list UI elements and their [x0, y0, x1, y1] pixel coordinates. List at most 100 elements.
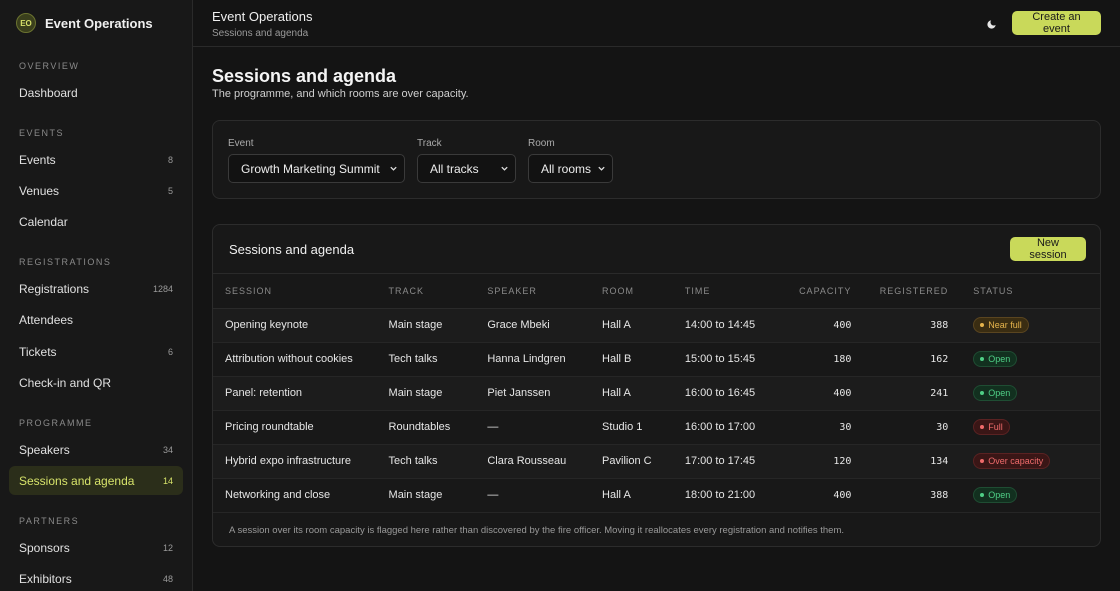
- cell-track: Main stage: [388, 387, 443, 399]
- table-row[interactable]: Opening keynote Main stage Grace Mbeki Hall…: [213, 308, 1100, 342]
- cell-registered: 241: [930, 387, 949, 399]
- sidebar-item-sessions[interactable]: Sessions and agenda 14: [9, 466, 183, 495]
- sidebar-item-label: Attendees: [19, 312, 74, 327]
- sidebar-item-check-in[interactable]: Check-in and QR: [9, 368, 183, 397]
- event-select-value: Growth Marketing Summit: [241, 161, 380, 176]
- status-badge: Open: [973, 487, 1018, 503]
- cell-registered: 30: [936, 421, 949, 433]
- sessions-card: Sessions and agenda New session SESSION …: [212, 224, 1101, 547]
- cell-speaker: Clara Rousseau: [487, 455, 567, 467]
- cell-track: Main stage: [388, 319, 443, 331]
- cell-speaker: —: [487, 489, 499, 501]
- sidebar-item-registrations[interactable]: Registrations 1284: [9, 274, 183, 303]
- moon-icon[interactable]: [982, 15, 1000, 33]
- column-header-speaker: SPEAKER: [487, 274, 603, 309]
- topbar: Event Operations Sessions and agenda Cre…: [193, 0, 1120, 47]
- table-row[interactable]: Panel: retention Main stage Piet Janssen Ha…: [213, 376, 1100, 410]
- sidebar-item-tickets[interactable]: Tickets 6: [9, 337, 183, 366]
- chevron-down-icon: [390, 166, 397, 171]
- nav-section-partners: PARTNERS: [0, 514, 192, 528]
- sidebar-item-attendees[interactable]: Attendees: [9, 305, 183, 334]
- nav-section-overview: OVERVIEW: [0, 59, 192, 73]
- sidebar-item-events[interactable]: Events 8: [9, 145, 183, 174]
- sidebar-item-dashboard[interactable]: Dashboard: [9, 78, 183, 107]
- sidebar-item-venues[interactable]: Venues 5: [9, 176, 183, 205]
- table-row[interactable]: Attribution without cookies Tech talks Han…: [213, 342, 1100, 376]
- column-header-capacity: CAPACITY: [778, 274, 852, 309]
- table-row[interactable]: Networking and close Main stage — Hall A 18:…: [213, 478, 1100, 512]
- page-title: Sessions and agenda: [212, 66, 397, 86]
- sidebar-item-speakers[interactable]: Speakers 34: [9, 435, 183, 464]
- sidebar-item-count: 5: [167, 185, 173, 196]
- cell-registered: 388: [930, 319, 949, 331]
- sidebar-item-count: 12: [162, 542, 173, 553]
- nav-section-registrations: REGISTRATIONS: [0, 255, 192, 269]
- table-header-bar: Sessions and agenda New session: [213, 225, 1100, 274]
- room-filter-label: Room: [528, 138, 555, 149]
- sessions-table: SESSION TRACK SPEAKER ROOM TIME CAPACITY…: [213, 274, 1100, 513]
- cell-time: 16:00 to 16:45: [684, 387, 756, 399]
- cell-track: Roundtables: [388, 421, 451, 433]
- status-label: Near full: [988, 320, 1022, 330]
- cell-session: Networking and close: [225, 489, 331, 501]
- status-label: Over capacity: [988, 456, 1044, 466]
- room-select[interactable]: All rooms: [528, 154, 613, 183]
- brand: EO Event Operations: [0, 0, 192, 46]
- sidebar-item-label: Sponsors: [19, 540, 70, 555]
- cell-capacity: 30: [839, 421, 852, 433]
- cell-room: Hall A: [602, 489, 631, 501]
- nav-heading: EVENTS: [19, 128, 65, 138]
- cell-time: 16:00 to 17:00: [684, 421, 756, 433]
- cell-capacity: 400: [833, 489, 852, 501]
- sidebar-item-count: 34: [162, 444, 173, 455]
- cell-status: Over capacity: [948, 444, 1100, 478]
- table-row[interactable]: Pricing roundtable Roundtables — Studio 1 16…: [213, 410, 1100, 444]
- cell-status: Near full: [948, 308, 1100, 342]
- topbar-subtitle: Sessions and agenda: [212, 28, 309, 39]
- create-event-button[interactable]: Create an event: [1012, 11, 1101, 35]
- nav-section-events: EVENTS: [0, 126, 192, 140]
- chevron-down-icon: [501, 166, 508, 171]
- track-select[interactable]: All tracks: [417, 154, 516, 183]
- status-badge: Near full: [973, 317, 1029, 333]
- cell-room: Pavilion C: [602, 455, 652, 467]
- sidebar-item-count: 8: [167, 154, 173, 165]
- topbar-title: Event Operations: [212, 9, 313, 24]
- cell-capacity: 180: [833, 353, 852, 365]
- event-filter-label: Event: [228, 138, 254, 149]
- column-header-track: TRACK: [388, 274, 488, 309]
- cell-status: Full: [948, 410, 1100, 444]
- sidebar-item-label: Venues: [19, 183, 60, 198]
- status-label: Open: [988, 354, 1011, 364]
- nav-section-programme: PROGRAMME: [0, 416, 192, 430]
- nav-heading: OVERVIEW: [19, 61, 80, 71]
- event-select[interactable]: Growth Marketing Summit: [228, 154, 405, 183]
- sidebar-item-sponsors[interactable]: Sponsors 12: [9, 533, 183, 562]
- cell-registered: 162: [930, 353, 949, 365]
- room-select-value: All rooms: [541, 161, 592, 176]
- status-badge: Open: [973, 385, 1018, 401]
- room-filter: Room All rooms: [528, 138, 613, 183]
- sidebar-item-count: 48: [162, 573, 173, 584]
- cell-session: Hybrid expo infrastructure: [225, 455, 351, 467]
- status-dot: [980, 493, 985, 497]
- column-header-room: ROOM: [602, 274, 685, 309]
- sidebar-item-count: 6: [167, 346, 173, 357]
- nav-heading: REGISTRATIONS: [19, 257, 112, 267]
- sidebar-item-label: Registrations: [19, 281, 90, 296]
- sidebar-item-calendar[interactable]: Calendar: [9, 207, 183, 236]
- cell-status: Open: [948, 478, 1100, 512]
- cell-track: Main stage: [388, 489, 443, 501]
- cell-time: 15:00 to 15:45: [684, 353, 756, 365]
- cell-session: Attribution without cookies: [225, 353, 353, 365]
- sidebar-item-label: Tickets: [19, 344, 57, 359]
- column-header-registered: REGISTERED: [851, 274, 949, 309]
- brand-logo: EO: [16, 13, 36, 33]
- table-row[interactable]: Hybrid expo infrastructure Tech talks Clar…: [213, 444, 1100, 478]
- cell-status: Open: [948, 376, 1100, 410]
- sidebar-item-exhibitors[interactable]: Exhibitors 48: [9, 564, 183, 591]
- sidebar-item-label: Exhibitors: [19, 571, 72, 586]
- page-subtitle: The programme, and which rooms are over …: [212, 88, 469, 100]
- status-label: Open: [988, 388, 1011, 398]
- new-session-button[interactable]: New session: [1010, 237, 1086, 261]
